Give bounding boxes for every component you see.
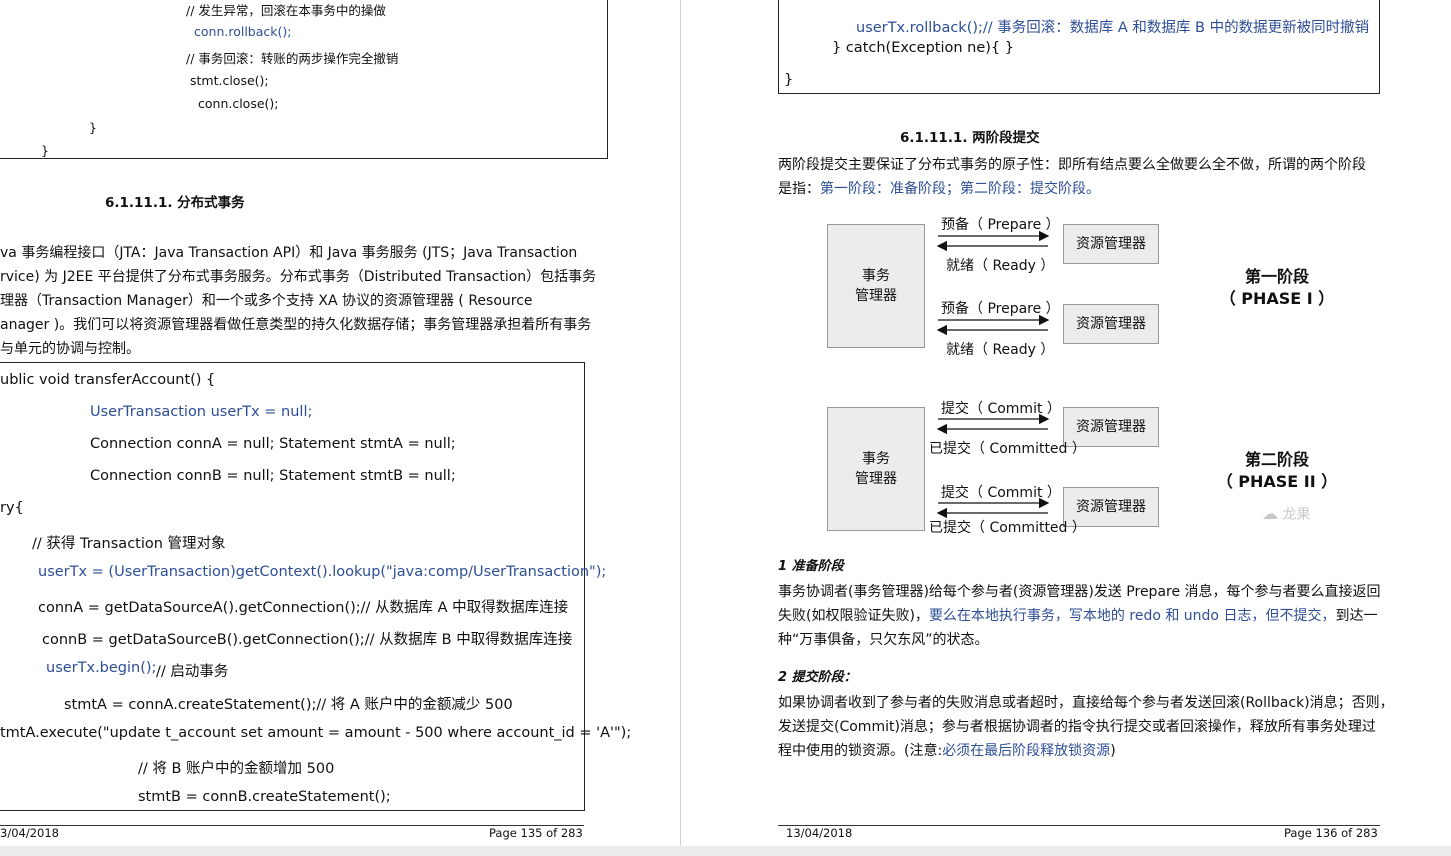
commit-phase-title: 2 提交阶段： (778, 670, 857, 685)
code-line: // 获得 Transaction 管理对象 (32, 536, 226, 552)
cloud-icon: ☁ (1262, 504, 1278, 523)
commit-label: 提交（ Commit ） (941, 401, 1061, 417)
paragraph-line: 如果协调者收到了参与者的失败消息或者超时，直接给每个参与者发送回滚(Rollba… (778, 695, 1394, 711)
committed-label: 已提交（ Committed ） (929, 520, 1086, 536)
code-line: ry{ (0, 500, 24, 516)
code-line: Connection connA = null; Statement stmtA… (90, 436, 456, 452)
paragraph-line: anager )。我们可以将资源管理器看做任意类型的持久化数据存储；事务管理器承… (0, 317, 592, 333)
prepare-phase-title: 1 准备阶段 (778, 559, 844, 574)
code-comment: // 启动事务 (156, 664, 229, 680)
phase-two-label: 第二阶段（ PHASE II ） (1216, 450, 1338, 491)
code-line: stmt.close(); (190, 73, 269, 88)
code-line: } (89, 120, 97, 135)
paragraph-line: 程中使用的锁资源。(注意:必须在最后阶段释放锁资源) (778, 743, 1116, 759)
footer-date: 13/04/2018 (786, 826, 853, 840)
top-code-box (0, 0, 608, 159)
right-page: userTx.rollback();// 事务回滚：数据库 A 和数据库 B 中… (682, 0, 1451, 856)
code-line: tmtA.execute("update t_account set amoun… (0, 725, 632, 741)
viewer-bottom-bar (0, 846, 1451, 856)
page-divider (680, 0, 681, 856)
code-line: } (41, 143, 49, 158)
code-line: conn.close(); (198, 96, 279, 111)
prepare-label: 预备（ Prepare ） (941, 217, 1060, 233)
code-line: ublic void transferAccount() { (0, 372, 216, 388)
code-line: // 发生异常，回滚在本事务中的操做 (186, 3, 386, 18)
footer-date: 3/04/2018 (0, 826, 59, 840)
paragraph-line: rvice) 为 J2EE 平台提供了分布式事务服务。分布式事务（Distrib… (0, 269, 597, 285)
paragraph-line: va 事务编程接口（JTA：Java Transaction API）和 Jav… (0, 245, 578, 261)
code-line: // 将 B 账户中的金额增加 500 (138, 761, 335, 777)
section-heading: 6.1.11.1. 分布式事务 (105, 195, 245, 211)
paragraph-line: 失败(如权限验证失败)，要么在本地执行事务，写本地的 redo 和 undo 日… (778, 608, 1378, 624)
code-line: connA = getDataSourceA().getConnection()… (38, 600, 569, 616)
highlighted-text: 必须在最后阶段释放锁资源 (942, 743, 1111, 759)
code-line: userTx = (UserTransaction)getContext().l… (38, 564, 607, 580)
code-box (0, 362, 585, 811)
committed-label: 已提交（ Committed ） (929, 441, 1086, 457)
transaction-manager-box: 事务 管理器 (827, 407, 925, 531)
code-line: connB = getDataSourceB().getConnection()… (42, 632, 573, 648)
ready-label: 就绪（ Ready ） (946, 258, 1055, 274)
phase-one-label: 第一阶段（ PHASE I ） (1219, 267, 1335, 308)
ready-label: 就绪（ Ready ） (946, 342, 1055, 358)
paragraph-line: 理器（Transaction Manager）和一个或多个支持 XA 协议的资源… (0, 293, 533, 309)
code-line: stmtA = connA.createStatement();// 将 A 账… (64, 697, 513, 713)
code-line: conn.rollback(); (194, 24, 292, 39)
code-line: UserTransaction userTx = null; (90, 404, 313, 420)
highlighted-text: 要么在本地执行事务，写本地的 redo 和 undo 日志，但不提交， (928, 608, 1336, 624)
paragraph-line: 种“万事俱备，只欠东风”的状态。 (778, 632, 989, 648)
transaction-manager-box: 事务 管理器 (827, 224, 925, 348)
left-page: // 发生异常，回滚在本事务中的操做 conn.rollback(); // 事… (0, 0, 680, 856)
commit-label: 提交（ Commit ） (941, 485, 1061, 501)
paragraph-line: 与单元的协调与控制。 (0, 341, 140, 357)
code-line: stmtB = connB.createStatement(); (138, 789, 391, 805)
code-line: Connection connB = null; Statement stmtB… (90, 468, 456, 484)
paragraph-line: 事务协调者(事务管理器)给每个参与者(资源管理器)发送 Prepare 消息，每… (778, 584, 1381, 600)
footer-page-number: Page 136 of 283 (1284, 826, 1378, 840)
resource-manager-box: 资源管理器 (1063, 304, 1159, 344)
code-line: userTx.begin(); (46, 660, 157, 676)
code-line: // 事务回滚：转账的两步操作完全撤销 (186, 51, 399, 66)
watermark: ☁ 龙果 (1262, 504, 1311, 523)
prepare-label: 预备（ Prepare ） (941, 301, 1060, 317)
resource-manager-box: 资源管理器 (1063, 224, 1159, 264)
paragraph-line: 发送提交(Commit)消息；参与者根据协调者的指令执行提交或者回滚操作，释放所… (778, 719, 1376, 735)
footer-page-number: Page 135 of 283 (489, 826, 583, 840)
